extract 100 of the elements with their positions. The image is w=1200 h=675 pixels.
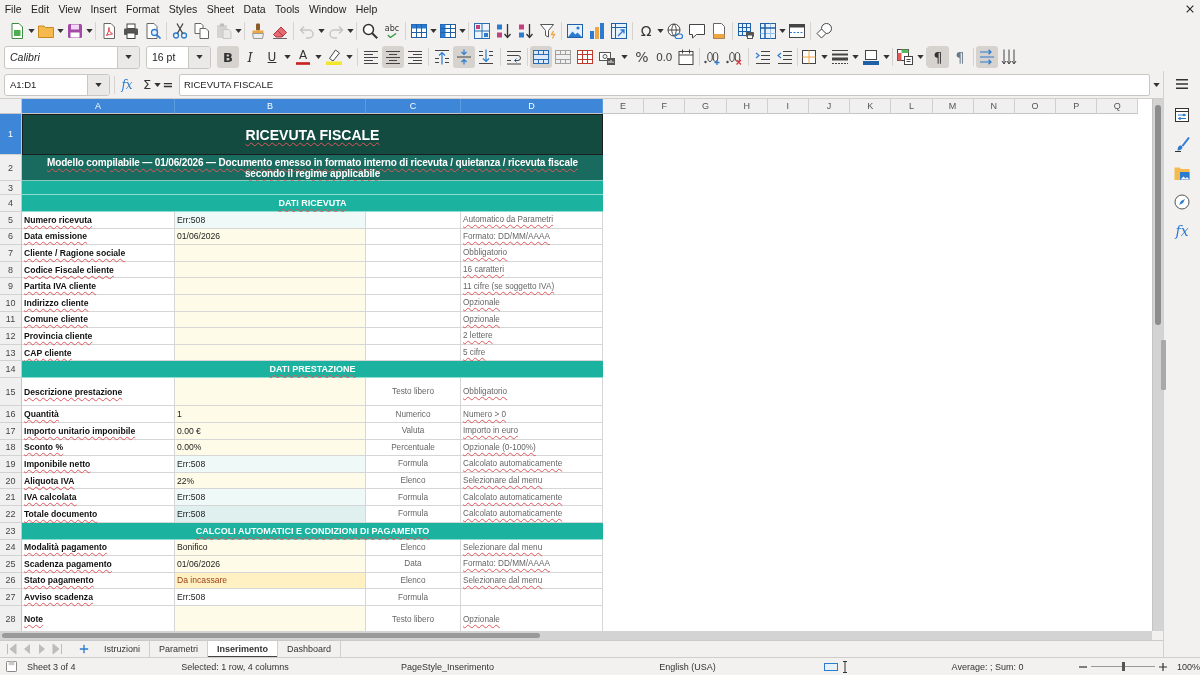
indent-decrease-icon[interactable]	[777, 49, 793, 65]
column-header[interactable]: K	[850, 99, 892, 114]
language-label[interactable]: English (USA)	[659, 661, 716, 672]
menu-item[interactable]: Edit	[26, 2, 54, 16]
input-field[interactable]: Bonifico	[175, 539, 366, 557]
document-magnifier-icon[interactable]	[145, 22, 161, 39]
caret-icon[interactable]	[1153, 82, 1160, 87]
row-header[interactable]: 5	[0, 212, 22, 229]
page-footer-icon[interactable]	[711, 22, 727, 39]
caret-icon[interactable]	[196, 55, 203, 59]
column-header[interactable]: Q	[1097, 99, 1139, 114]
column-header[interactable]: A	[22, 99, 175, 114]
menu-item[interactable]: File	[0, 2, 27, 16]
input-field[interactable]	[175, 278, 366, 295]
caret-icon[interactable]	[621, 55, 628, 59]
row-header[interactable]: 3	[0, 181, 22, 195]
row-header[interactable]: 28	[0, 605, 22, 631]
page-style[interactable]: PageStyle_Inserimento	[400, 661, 495, 672]
font-color-button[interactable]: A	[292, 46, 314, 68]
close-icon[interactable]	[1186, 5, 1194, 13]
row-header[interactable]: 15	[0, 378, 22, 407]
sheet-tab[interactable]: Dashboard	[278, 640, 342, 658]
slider-thumb[interactable]	[1121, 662, 1125, 671]
caret-icon[interactable]	[95, 82, 102, 87]
row-header[interactable]: 25	[0, 556, 22, 573]
number-format-button[interactable]: 0.0	[653, 46, 675, 68]
sliders-panel-icon[interactable]	[1174, 107, 1190, 123]
sort-descending-icon[interactable]	[518, 22, 534, 39]
caret-icon[interactable]	[284, 55, 291, 59]
menu-item[interactable]: Window	[304, 2, 351, 16]
caret-icon[interactable]	[315, 55, 322, 59]
plus-icon[interactable]	[79, 644, 89, 654]
paintbrush-icon[interactable]	[1174, 136, 1190, 152]
caret-icon[interactable]	[657, 28, 664, 33]
column-header[interactable]: M	[932, 99, 974, 114]
row-header[interactable]: 9	[0, 278, 22, 295]
input-field[interactable]	[175, 605, 366, 631]
row-header[interactable]: 2	[0, 155, 22, 181]
column-header[interactable]: E	[603, 99, 645, 114]
caret-icon[interactable]	[28, 28, 35, 33]
freeze-grid-icon[interactable]	[760, 22, 776, 39]
sum-button[interactable]: Σ	[140, 74, 154, 95]
table-rows-icon[interactable]	[411, 22, 427, 39]
column-header[interactable]: I	[767, 99, 809, 114]
column-header[interactable]: O	[1014, 99, 1057, 114]
sort-ascending-icon[interactable]	[496, 22, 512, 39]
merge-center-button[interactable]	[530, 46, 552, 68]
menu-item[interactable]: View	[53, 2, 86, 16]
caret-icon[interactable]	[346, 55, 353, 59]
caret-icon[interactable]	[852, 55, 859, 59]
quadrant-grid-icon[interactable]	[474, 22, 490, 39]
column-header[interactable]: B	[175, 99, 366, 114]
borders-icon[interactable]	[801, 49, 817, 65]
caret-icon[interactable]	[430, 28, 437, 33]
column-header[interactable]: F	[644, 99, 686, 114]
pdf-document-icon[interactable]	[101, 22, 117, 39]
column-header[interactable]: P	[1056, 99, 1098, 114]
formula-input-field[interactable]: RICEVUTA FISCALE	[179, 73, 1150, 96]
bold-button[interactable]: B	[217, 46, 239, 68]
row-header[interactable]: 14	[0, 361, 22, 379]
column-header[interactable]: G	[685, 99, 727, 114]
menu-item[interactable]: Tools	[270, 2, 305, 16]
spelling-button[interactable]: abc	[381, 19, 403, 42]
table-printer-icon[interactable]	[738, 22, 754, 39]
scissors-icon[interactable]	[172, 22, 188, 39]
row-header[interactable]: 16	[0, 406, 22, 423]
horizontal-scrollbar[interactable]	[0, 631, 1152, 640]
menu-item[interactable]: Help	[351, 2, 382, 16]
menu-item[interactable]: Sheet	[201, 2, 239, 16]
caret-icon[interactable]	[125, 55, 132, 59]
vertical-scrollbar[interactable]	[1152, 99, 1163, 631]
caret-icon[interactable]	[154, 82, 161, 87]
input-field[interactable]	[175, 328, 366, 345]
row-header[interactable]: 7	[0, 245, 22, 262]
column-header[interactable]: J	[808, 99, 851, 114]
column-header[interactable]: D	[461, 99, 603, 114]
caret-icon[interactable]	[883, 55, 890, 59]
row-header[interactable]: 27	[0, 589, 22, 606]
picture-icon[interactable]	[567, 22, 583, 39]
copy-documents-icon[interactable]	[194, 22, 210, 39]
font-name-field[interactable]: Calibri	[4, 45, 140, 69]
merge-cells-icon[interactable]	[555, 49, 571, 65]
column-header[interactable]: N	[973, 99, 1015, 114]
speech-bubble-icon[interactable]	[689, 22, 705, 39]
caret-icon[interactable]	[779, 28, 786, 33]
left-to-right-button[interactable]: ¶	[927, 46, 949, 68]
printer-icon[interactable]	[123, 22, 139, 39]
conditional-format-icon[interactable]	[897, 49, 913, 65]
row-header[interactable]: 12	[0, 328, 22, 345]
row-header[interactable]: 21	[0, 489, 22, 506]
scrollbar-thumb[interactable]	[1155, 105, 1161, 325]
border-color-icon[interactable]	[863, 49, 879, 65]
highlighter-icon[interactable]	[326, 49, 342, 65]
menu-item[interactable]: Insert	[85, 2, 122, 16]
sheet-tab[interactable]: Inserimento	[208, 640, 279, 658]
plus-icon[interactable]	[1159, 662, 1167, 671]
caret-icon[interactable]	[459, 28, 466, 33]
caret-icon[interactable]	[821, 55, 828, 59]
caret-icon[interactable]	[235, 28, 242, 33]
font-size-field[interactable]: 16 pt	[146, 45, 211, 69]
